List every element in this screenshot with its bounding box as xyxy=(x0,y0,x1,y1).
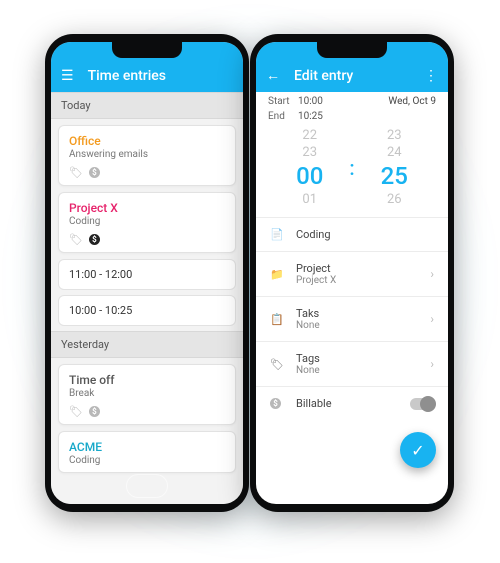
picker-ghost: 23 xyxy=(387,128,402,143)
description-row[interactable]: 📄 Coding xyxy=(256,217,448,251)
entries-scroll[interactable]: Today Office Answering emails 🏷 $ Projec… xyxy=(51,92,243,504)
billable-toggle[interactable] xyxy=(410,398,434,410)
end-time-row[interactable]: End 10:25 xyxy=(256,107,448,122)
end-value: 10:25 xyxy=(298,111,342,122)
menu-icon[interactable]: ☰ xyxy=(61,68,74,84)
project-row[interactable]: 📁 Project Project X › xyxy=(256,251,448,296)
task-label: Taks xyxy=(296,307,418,320)
entry-card[interactable]: Time off Break 🏷 $ xyxy=(58,364,236,425)
more-icon[interactable]: ⋮ xyxy=(424,68,438,84)
tags-value: None xyxy=(296,365,418,376)
task-row[interactable]: 📋 Taks None › xyxy=(256,296,448,341)
picker-ghost: 22 xyxy=(302,128,317,143)
tag-icon: 🏷 xyxy=(270,358,284,371)
billable-label: Billable xyxy=(296,397,398,410)
home-button[interactable] xyxy=(126,474,168,498)
back-icon[interactable]: ← xyxy=(266,67,280,84)
chevron-right-icon: › xyxy=(430,267,434,281)
home-button[interactable] xyxy=(331,474,373,498)
entry-project: Office xyxy=(69,134,225,148)
billable-row[interactable]: $ Billable xyxy=(256,386,448,420)
description-value: Coding xyxy=(296,228,434,241)
phone-time-entries: ☰ Time entries Today Office Answering em… xyxy=(45,34,249,512)
dollar-icon: $ xyxy=(270,398,281,409)
tag-icon: 🏷 xyxy=(69,233,83,246)
project-label: Project xyxy=(296,262,418,275)
billable-icon: $ xyxy=(89,167,100,178)
folder-icon: 📁 xyxy=(270,268,284,281)
picker-ghost: 26 xyxy=(387,192,402,207)
start-time-row[interactable]: Start 10:00 Wed, Oct 9 xyxy=(256,92,448,107)
picker-selected-minutes: 25 xyxy=(381,162,408,190)
date-value: Wed, Oct 9 xyxy=(388,96,436,107)
document-icon: 📄 xyxy=(270,228,284,241)
entry-project: ACME xyxy=(69,440,225,454)
clipboard-icon: 📋 xyxy=(270,313,284,326)
appbar-title: Time entries xyxy=(88,68,233,84)
chevron-right-icon: › xyxy=(430,357,434,371)
billable-icon: $ xyxy=(89,406,100,417)
phone-edit-entry: ← Edit entry ⋮ Start 10:00 Wed, Oct 9 En… xyxy=(250,34,454,512)
duration-picker[interactable]: 22 23 00 01 : 23 24 25 26 xyxy=(256,122,448,217)
entry-task: Break xyxy=(69,388,225,399)
task-value: None xyxy=(296,320,418,331)
picker-ghost: 23 xyxy=(302,145,317,160)
tag-icon: 🏷 xyxy=(69,166,83,179)
entry-task: Coding xyxy=(69,455,225,466)
project-value: Project X xyxy=(296,275,418,286)
device-notch xyxy=(317,42,387,58)
time-slot-row[interactable]: 11:00 - 12:00 xyxy=(58,259,236,290)
section-header-yesterday: Yesterday xyxy=(51,331,243,358)
picker-ghost: 24 xyxy=(387,145,402,160)
check-icon: ✓ xyxy=(411,441,424,460)
tags-label: Tags xyxy=(296,352,418,365)
hours-column[interactable]: 22 23 00 01 xyxy=(296,128,323,207)
entry-project: Project X xyxy=(69,201,225,215)
tag-icon: 🏷 xyxy=(69,405,83,418)
section-header-today: Today xyxy=(51,92,243,119)
picker-ghost: 01 xyxy=(302,192,317,207)
tags-row[interactable]: 🏷 Tags None › xyxy=(256,341,448,386)
minutes-column[interactable]: 23 24 25 26 xyxy=(381,128,408,207)
entry-task: Coding xyxy=(69,216,225,227)
end-label: End xyxy=(268,111,298,122)
entry-card[interactable]: ACME Coding xyxy=(58,431,236,473)
entry-project: Time off xyxy=(69,373,225,387)
start-label: Start xyxy=(268,96,298,107)
entry-task: Answering emails xyxy=(69,149,225,160)
device-notch xyxy=(112,42,182,58)
entry-card[interactable]: Project X Coding 🏷 $ xyxy=(58,192,236,253)
time-slot-row[interactable]: 10:00 - 10:25 xyxy=(58,295,236,326)
billable-icon: $ xyxy=(89,234,100,245)
chevron-right-icon: › xyxy=(430,312,434,326)
entry-card[interactable]: Office Answering emails 🏷 $ xyxy=(58,125,236,186)
start-value: 10:00 xyxy=(298,96,342,107)
picker-selected-hours: 00 xyxy=(296,162,323,190)
appbar-title: Edit entry xyxy=(294,68,410,84)
picker-colon: : xyxy=(349,156,354,180)
save-fab[interactable]: ✓ xyxy=(400,432,436,468)
